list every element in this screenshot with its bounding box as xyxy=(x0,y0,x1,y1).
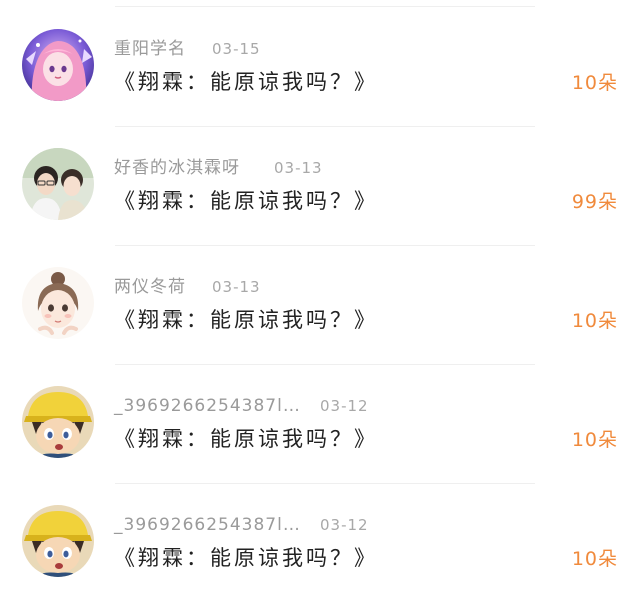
avatar[interactable] xyxy=(22,505,94,577)
flower-count: 10朵 xyxy=(571,548,618,570)
anime-girl-avatar-icon xyxy=(22,29,94,101)
avatar[interactable] xyxy=(22,148,94,220)
list-item[interactable]: _3969266254387l… 03-12 《翔霖：能原谅我吗？》 10朵 xyxy=(0,484,640,603)
illustrated-girl-avatar-icon xyxy=(22,267,94,339)
item-meta: _3969266254387l… 03-12 xyxy=(114,514,368,536)
item-meta: 两仪冬荷 03-13 xyxy=(114,276,260,298)
timestamp: 03-13 xyxy=(274,159,323,177)
avatar[interactable] xyxy=(22,267,94,339)
username[interactable]: _3969266254387l… xyxy=(114,396,301,416)
username[interactable]: 两仪冬荷 xyxy=(114,277,186,297)
gift-message: 《翔霖：能原谅我吗？》 xyxy=(114,189,378,213)
gift-message: 《翔霖：能原谅我吗？》 xyxy=(114,70,378,94)
username[interactable]: _3969266254387l… xyxy=(114,515,301,535)
list-item[interactable]: _3969266254387l… 03-12 《翔霖：能原谅我吗？》 10朵 xyxy=(0,365,640,484)
item-meta: _3969266254387l… 03-12 xyxy=(114,395,368,417)
gift-message: 《翔霖：能原谅我吗？》 xyxy=(114,308,378,332)
top-divider xyxy=(115,6,535,7)
avatar[interactable] xyxy=(22,29,94,101)
avatar[interactable] xyxy=(22,386,94,458)
flower-count: 10朵 xyxy=(571,72,618,94)
username[interactable]: 好香的冰淇霖呀 xyxy=(114,158,240,178)
gift-message: 《翔霖：能原谅我吗？》 xyxy=(114,546,378,570)
gift-record-list: 重阳学名 03-15 《翔霖：能原谅我吗？》 10朵 好香的冰淇霖呀 03-13… xyxy=(0,8,640,603)
timestamp: 03-15 xyxy=(212,40,261,58)
username[interactable]: 重阳学名 xyxy=(114,39,186,59)
flower-count: 10朵 xyxy=(571,429,618,451)
gift-message: 《翔霖：能原谅我吗？》 xyxy=(114,427,378,451)
couple-photo-avatar-icon xyxy=(22,148,94,220)
anime-boy-avatar-icon xyxy=(22,505,94,577)
timestamp: 03-13 xyxy=(212,278,261,296)
list-item[interactable]: 两仪冬荷 03-13 《翔霖：能原谅我吗？》 10朵 xyxy=(0,246,640,365)
anime-boy-avatar-icon xyxy=(22,386,94,458)
item-meta: 重阳学名 03-15 xyxy=(114,38,260,60)
list-item[interactable]: 好香的冰淇霖呀 03-13 《翔霖：能原谅我吗？》 99朵 xyxy=(0,127,640,246)
flower-count: 10朵 xyxy=(571,310,618,332)
timestamp: 03-12 xyxy=(320,516,369,534)
timestamp: 03-12 xyxy=(320,397,369,415)
list-item[interactable]: 重阳学名 03-15 《翔霖：能原谅我吗？》 10朵 xyxy=(0,8,640,127)
item-meta: 好香的冰淇霖呀 03-13 xyxy=(114,157,322,179)
flower-count: 99朵 xyxy=(571,191,618,213)
